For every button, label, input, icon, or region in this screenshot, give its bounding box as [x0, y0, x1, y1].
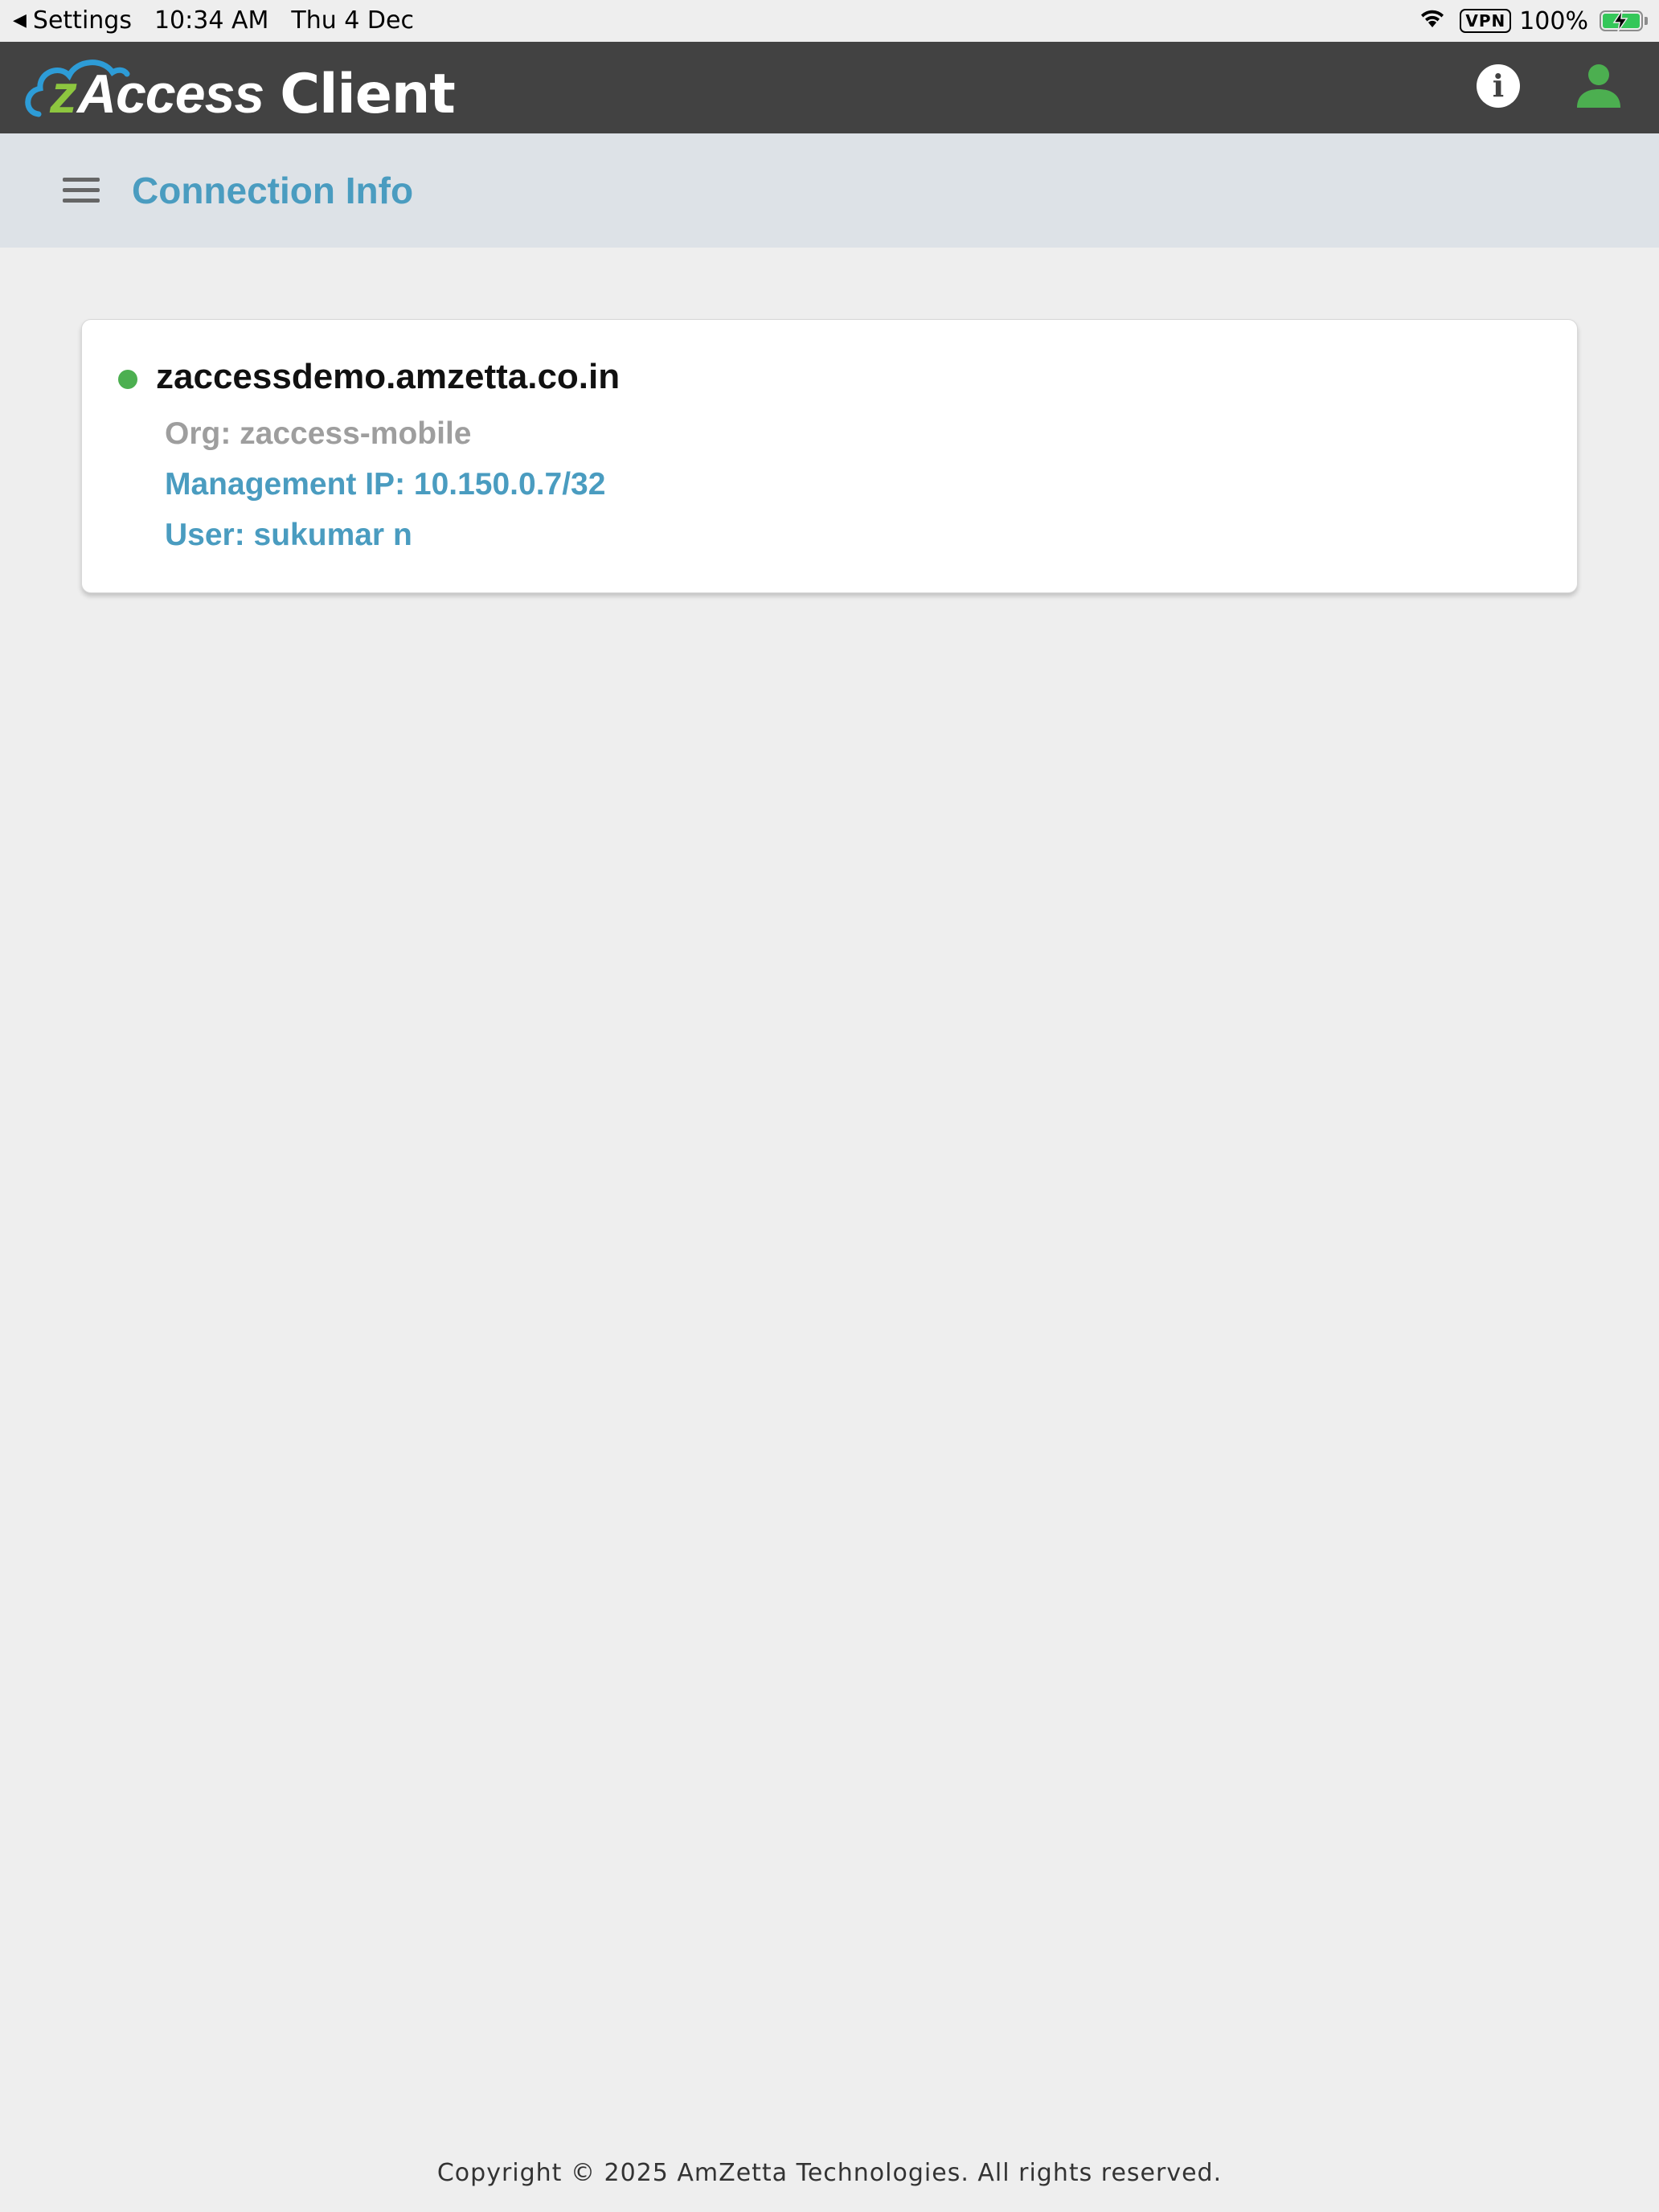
- user-icon: [1577, 64, 1620, 108]
- status-bar-left: ◀ Settings 10:34 AM Thu 4 Dec: [13, 6, 436, 35]
- server-name: zaccessdemo.amzetta.co.in: [156, 357, 621, 396]
- battery-cap: [1645, 17, 1648, 25]
- copyright-footer: Copyright © 2025 AmZetta Technologies. A…: [436, 2159, 1223, 2187]
- hamburger-menu-icon[interactable]: [59, 172, 104, 209]
- org-label: Org: zaccess-mobile: [165, 416, 472, 451]
- info-icon: i: [1492, 68, 1505, 104]
- management-ip-label: Management IP: 10.150.0.7/32: [165, 467, 606, 502]
- logo-access: Access: [77, 63, 264, 125]
- battery-percent: 100%: [1519, 6, 1588, 35]
- battery-charging-icon: [1600, 10, 1643, 32]
- sub-header: Connection Info: [0, 133, 1659, 248]
- page-title: Connection Info: [132, 170, 414, 211]
- account-button[interactable]: [1574, 61, 1624, 111]
- connection-card[interactable]: zaccessdemo.amzetta.co.in Org: zaccess-m…: [81, 319, 1578, 593]
- status-bar-right: VPN 100%: [1418, 6, 1648, 35]
- logo-z: z: [50, 63, 77, 125]
- info-button[interactable]: i: [1477, 64, 1520, 108]
- status-bar: ◀ Settings 10:34 AM Thu 4 Dec VPN 100%: [0, 0, 1659, 42]
- status-time: 10:34 AM: [154, 6, 269, 35]
- user-label: User: sukumar n: [165, 518, 412, 552]
- status-date: Thu 4 Dec: [291, 6, 414, 35]
- zaccess-client-logo: z Access Client: [23, 51, 456, 126]
- vpn-badge: VPN: [1460, 9, 1512, 33]
- back-label: Settings: [32, 6, 132, 35]
- logo-client: Client: [280, 62, 456, 126]
- app-header: z Access Client i: [0, 42, 1659, 133]
- wifi-icon: [1418, 6, 1447, 35]
- connection-status-dot: [118, 370, 137, 389]
- back-to-settings-link[interactable]: ◀ Settings: [13, 6, 132, 35]
- back-arrow-icon: ◀: [13, 10, 27, 31]
- logo-text: z Access Client: [50, 62, 456, 126]
